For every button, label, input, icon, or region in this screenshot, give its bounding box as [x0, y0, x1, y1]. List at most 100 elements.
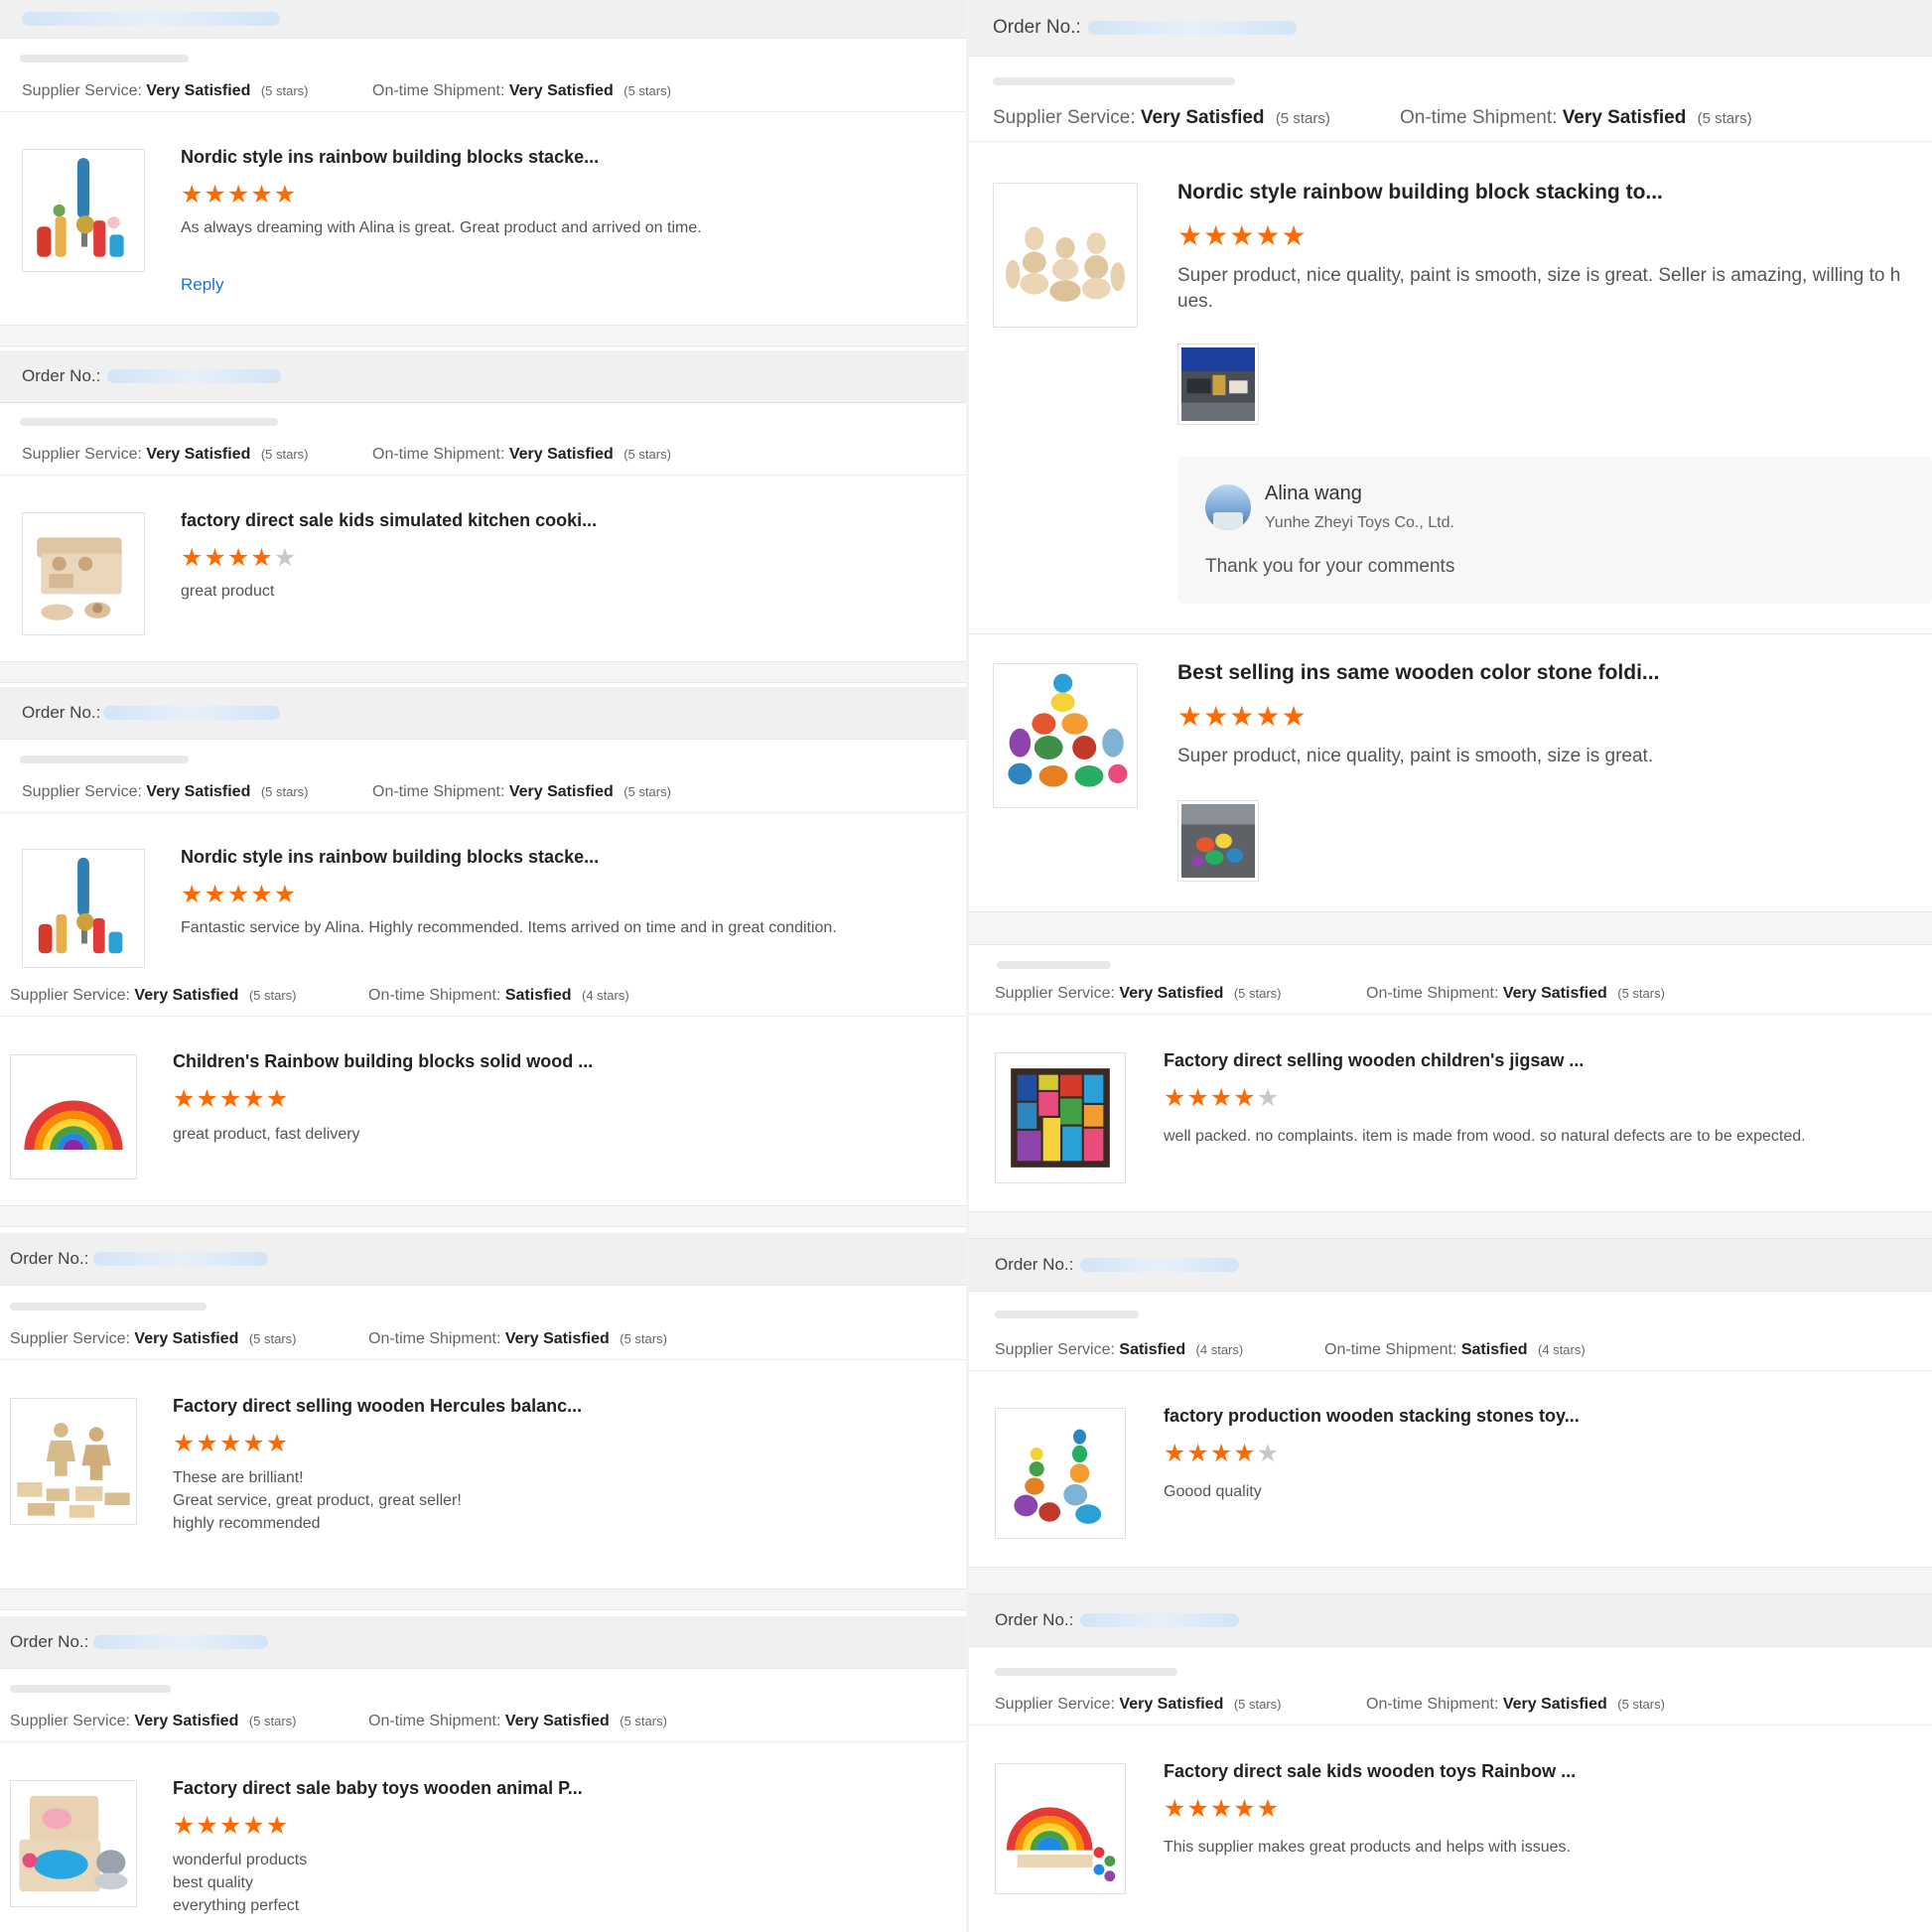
supplier-service-rating: Supplier Service: Very Satisfied (5 star… — [10, 987, 297, 1004]
product-thumbnail[interactable] — [10, 1780, 137, 1907]
product-title[interactable]: Children's Rainbow building blocks solid… — [173, 1051, 593, 1072]
ontime-shipment-rating: On-time Shipment: Very Satisfied (5 star… — [1400, 107, 1752, 128]
redacted-buyer-info — [20, 55, 189, 63]
product-thumbnail[interactable] — [22, 149, 145, 272]
ontime-shipment-rating: On-time Shipment: Very Satisfied (5 star… — [372, 446, 671, 463]
product-title[interactable]: Nordic style ins rainbow building blocks… — [181, 147, 599, 168]
star-filled-icon: ★ — [196, 1812, 219, 1840]
product-thumbnail[interactable] — [10, 1398, 137, 1525]
order-number-label: Order No.: — [10, 1249, 89, 1268]
star-filled-icon: ★ — [242, 1085, 266, 1113]
product-title[interactable]: Factory direct sale kids wooden toys Rai… — [1164, 1761, 1576, 1782]
review-text-line: great product, fast delivery — [173, 1126, 360, 1143]
jigsaw-image — [1011, 1068, 1110, 1168]
star-empty-icon: ★ — [1256, 1084, 1281, 1112]
section-separator — [969, 911, 1932, 945]
star-empty-icon: ★ — [273, 544, 298, 572]
product-thumbnail[interactable] — [10, 1054, 137, 1179]
star-filled-icon: ★ — [250, 544, 274, 572]
star-filled-icon: ★ — [1255, 220, 1282, 251]
seller-company: Yunhe Zheyi Toys Co., Ltd. — [1265, 514, 1454, 531]
right-review-column: Order No.: Supplier Service: Very Satisf… — [969, 0, 1932, 1932]
order-bar: Order No.: — [969, 1239, 1932, 1292]
review-photo[interactable] — [1177, 800, 1259, 882]
review-text: well packed. no complaints. item is made… — [1164, 1125, 1806, 1148]
service-rating-row: Supplier Service: Very Satisfied (5 star… — [969, 974, 1932, 1015]
ontime-shipment-rating: On-time Shipment: Very Satisfied (5 star… — [368, 1713, 667, 1729]
seller-reply-text: Thank you for your comments — [1205, 556, 1455, 577]
stacking-blocks-image — [37, 158, 124, 257]
star-filled-icon: ★ — [265, 1812, 290, 1840]
star-rating: ★★★★★ — [173, 1814, 289, 1839]
order-number-label: Order No.: — [22, 366, 101, 385]
product-thumbnail[interactable] — [995, 1763, 1126, 1894]
redacted-order-number — [1080, 1258, 1239, 1272]
star-filled-icon: ★ — [265, 1085, 290, 1113]
supplier-service-rating: Supplier Service: Very Satisfied (5 star… — [10, 1330, 297, 1347]
section-separator — [0, 1205, 966, 1227]
review-text-line: As always dreaming with Alina is great. … — [181, 219, 702, 236]
product-title[interactable]: factory production wooden stacking stone… — [1164, 1406, 1580, 1427]
product-thumbnail[interactable] — [993, 183, 1138, 328]
star-rating: ★★★★★ — [1164, 1797, 1280, 1822]
product-title[interactable]: Best selling ins same wooden color stone… — [1177, 661, 1659, 685]
review-text-line: This supplier makes great products and h… — [1164, 1839, 1571, 1856]
redacted-order-number — [103, 706, 280, 720]
product-title[interactable]: Factory direct selling wooden Hercules b… — [173, 1396, 582, 1417]
redacted-order-number — [93, 1635, 268, 1649]
star-filled-icon: ★ — [226, 181, 251, 208]
product-title[interactable]: Factory direct sale baby toys wooden ani… — [173, 1778, 583, 1799]
redacted-order-number — [1088, 21, 1297, 35]
redacted-buyer-info — [995, 1668, 1177, 1676]
star-filled-icon: ★ — [204, 881, 227, 908]
product-thumbnail[interactable] — [22, 512, 145, 635]
order-number-label: Order No.: — [995, 1255, 1074, 1274]
order-bar: Order No.: — [0, 1616, 966, 1669]
star-filled-icon: ★ — [250, 881, 274, 908]
ontime-shipment-rating: On-time Shipment: Very Satisfied (5 star… — [368, 1330, 667, 1347]
seller-name: Alina wang — [1265, 483, 1362, 504]
product-title[interactable]: factory direct sale kids simulated kitch… — [181, 510, 597, 531]
star-filled-icon: ★ — [1164, 1440, 1187, 1467]
ontime-shipment-rating: On-time Shipment: Very Satisfied (5 star… — [372, 82, 671, 99]
reply-link[interactable]: Reply — [181, 275, 223, 295]
star-filled-icon: ★ — [1281, 220, 1308, 251]
section-separator — [0, 1588, 966, 1610]
product-thumbnail[interactable] — [993, 663, 1138, 808]
review-text-line: wonderful products — [173, 1852, 308, 1868]
star-filled-icon: ★ — [1256, 1795, 1281, 1823]
star-filled-icon: ★ — [1203, 220, 1230, 251]
review-photo[interactable] — [1177, 344, 1259, 425]
star-filled-icon: ★ — [1233, 1084, 1257, 1112]
product-thumbnail[interactable] — [22, 849, 145, 968]
ontime-shipment-rating: On-time Shipment: Satisfied (4 stars) — [1324, 1341, 1586, 1358]
product-thumbnail[interactable] — [995, 1052, 1126, 1183]
product-title[interactable]: Factory direct selling wooden children's… — [1164, 1050, 1584, 1071]
star-filled-icon: ★ — [226, 881, 251, 908]
star-filled-icon: ★ — [218, 1430, 243, 1457]
star-rating: ★★★★★ — [1164, 1442, 1280, 1466]
star-filled-icon: ★ — [1203, 701, 1230, 732]
row-divider — [969, 633, 1932, 634]
star-filled-icon: ★ — [204, 544, 227, 572]
seller-avatar — [1205, 484, 1251, 530]
star-rating: ★★★★★ — [1177, 222, 1308, 250]
rainbow-peg-dolls-image — [1006, 1807, 1116, 1882]
star-filled-icon: ★ — [265, 1430, 290, 1457]
product-thumbnail[interactable] — [995, 1408, 1126, 1539]
star-filled-icon: ★ — [181, 181, 205, 208]
star-rating: ★★★★★ — [173, 1087, 289, 1112]
redacted-buyer-info — [10, 1685, 171, 1693]
supplier-service-rating: Supplier Service: Satisfied (4 stars) — [995, 1341, 1244, 1358]
star-rating: ★★★★★ — [181, 183, 297, 207]
product-title[interactable]: Nordic style ins rainbow building blocks… — [181, 847, 599, 868]
star-filled-icon: ★ — [1281, 701, 1308, 732]
review-text-line: well packed. no complaints. item is made… — [1164, 1128, 1806, 1145]
product-title[interactable]: Nordic style rainbow building block stac… — [1177, 181, 1663, 205]
review-text: As always dreaming with Alina is great. … — [181, 216, 702, 239]
order-number-label: Order No.: — [10, 1632, 89, 1651]
star-rating: ★★★★★ — [173, 1432, 289, 1456]
supplier-service-rating: Supplier Service: Very Satisfied (5 star… — [993, 107, 1330, 128]
star-filled-icon: ★ — [1164, 1084, 1187, 1112]
star-filled-icon: ★ — [1209, 1440, 1234, 1467]
